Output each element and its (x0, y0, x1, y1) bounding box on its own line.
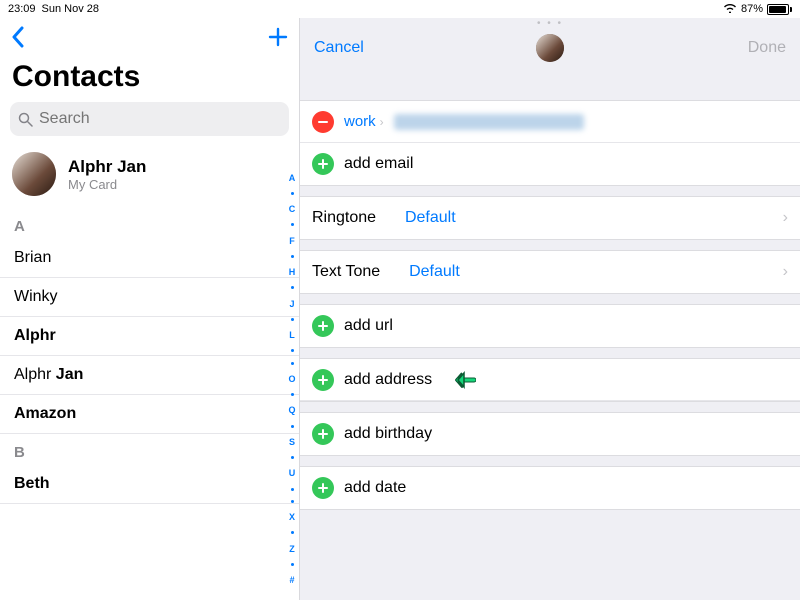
my-card-row[interactable]: Alphr Jan My Card (0, 146, 299, 208)
index-strip[interactable]: A C F H J L O Q S U X Z # (286, 168, 298, 590)
status-date: Sun Nov 28 (42, 3, 99, 15)
index-char[interactable]: A (289, 173, 296, 183)
index-char[interactable] (291, 286, 294, 289)
index-char[interactable] (291, 488, 294, 491)
email-work-row[interactable]: work › (300, 101, 800, 143)
index-char[interactable] (291, 318, 294, 321)
contact-row[interactable]: Brian (0, 239, 299, 278)
contacts-sidebar: Contacts Alphr Jan My Card ABrianWinkyAl… (0, 18, 300, 600)
search-input[interactable] (39, 110, 281, 128)
chevron-right-icon: › (380, 115, 384, 129)
done-button[interactable]: Done (748, 39, 786, 57)
index-char[interactable]: S (289, 437, 295, 447)
email-value[interactable] (394, 114, 584, 130)
add-icon (312, 423, 334, 445)
index-char[interactable] (291, 393, 294, 396)
index-char[interactable] (291, 531, 294, 534)
email-type-button[interactable]: work › (344, 113, 384, 130)
contact-row[interactable]: Beth (0, 465, 299, 504)
chevron-right-icon: › (783, 263, 788, 281)
edit-contact-pane: • • • Cancel Done work › (300, 18, 800, 600)
index-char[interactable] (291, 192, 294, 195)
index-char[interactable]: F (289, 236, 295, 246)
index-char[interactable]: # (289, 575, 294, 585)
contact-row[interactable]: Winky (0, 278, 299, 317)
add-url-row[interactable]: add url (300, 305, 800, 347)
index-char[interactable]: Z (289, 544, 295, 554)
wifi-icon (723, 2, 737, 16)
index-char[interactable]: J (289, 299, 294, 309)
my-card-name: Alphr Jan (68, 157, 146, 177)
text-tone-row[interactable]: Text Tone Default › (300, 251, 800, 293)
search-icon (18, 112, 33, 127)
add-birthday-row[interactable]: add birthday (300, 413, 800, 455)
status-bar: 23:09 Sun Nov 28 87% (0, 0, 800, 18)
remove-email-button[interactable] (312, 111, 334, 133)
back-button[interactable] (10, 26, 26, 48)
index-char[interactable]: X (289, 512, 295, 522)
contact-row[interactable]: Amazon (0, 395, 299, 434)
grabber-icon: • • • (300, 18, 800, 28)
add-icon (312, 369, 334, 391)
index-char[interactable] (291, 362, 294, 365)
add-contact-button[interactable] (267, 26, 289, 48)
status-time: 23:09 (8, 3, 36, 15)
contact-row[interactable]: Alphr Jan (0, 356, 299, 395)
my-card-sub: My Card (68, 177, 146, 192)
index-char[interactable]: Q (288, 405, 295, 415)
index-char[interactable] (291, 425, 294, 428)
section-header: A (0, 208, 299, 239)
search-field[interactable] (10, 102, 289, 136)
contact-row[interactable]: Alphr (0, 317, 299, 356)
ringtone-row[interactable]: Ringtone Default › (300, 197, 800, 239)
add-email-row[interactable]: add email (300, 143, 800, 185)
add-icon (312, 315, 334, 337)
chevron-right-icon: › (783, 209, 788, 227)
battery-pct: 87% (741, 3, 763, 15)
cancel-button[interactable]: Cancel (314, 39, 364, 57)
index-char[interactable] (291, 349, 294, 352)
avatar (12, 152, 56, 196)
index-char[interactable] (291, 255, 294, 258)
section-header: B (0, 434, 299, 465)
add-icon (312, 153, 334, 175)
index-char[interactable]: H (289, 267, 296, 277)
index-char[interactable]: L (289, 330, 295, 340)
contact-avatar[interactable] (536, 34, 564, 62)
index-char[interactable] (291, 223, 294, 226)
index-char[interactable] (291, 500, 294, 503)
index-char[interactable]: C (289, 204, 296, 214)
index-char[interactable] (291, 563, 294, 566)
battery-icon (767, 4, 792, 15)
add-icon (312, 477, 334, 499)
page-title: Contacts (0, 56, 299, 102)
add-date-row[interactable]: add date (300, 467, 800, 509)
add-address-row[interactable]: add address (300, 359, 800, 401)
contacts-list: ABrianWinkyAlphrAlphr JanAmazonBBeth (0, 208, 299, 600)
index-char[interactable]: U (289, 468, 296, 478)
index-char[interactable]: O (288, 374, 295, 384)
index-char[interactable] (291, 456, 294, 459)
